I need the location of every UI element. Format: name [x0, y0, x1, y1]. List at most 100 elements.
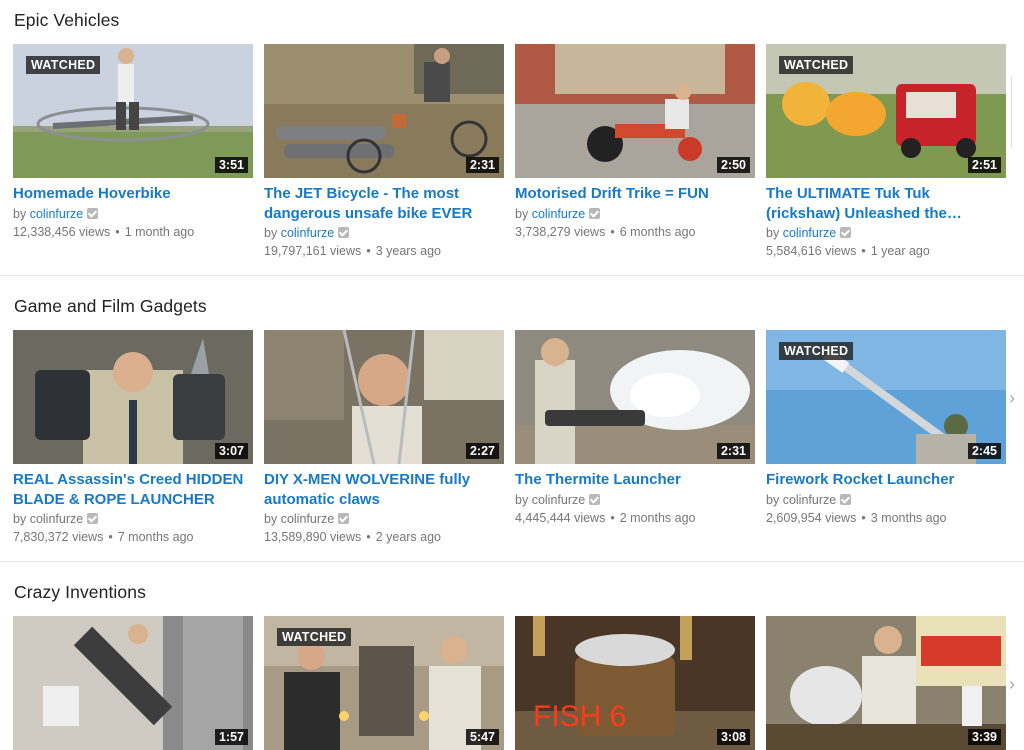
- upload-age: 7 months ago: [117, 530, 194, 544]
- duration-badge: 2:51: [967, 157, 1001, 173]
- verified-icon: [338, 227, 350, 238]
- video-thumbnail[interactable]: 1:57: [13, 616, 253, 750]
- shelf-game-film-gadgets: Game and Film Gadgets 3:07 REAL Assassin…: [0, 286, 1024, 562]
- channel-link[interactable]: colinfurze: [281, 512, 335, 526]
- verified-icon: [589, 207, 601, 219]
- shelf-title[interactable]: Epic Vehicles: [14, 10, 119, 31]
- by-prefix: by: [13, 206, 27, 221]
- video-thumbnail[interactable]: FISH 6 3:08: [515, 616, 755, 750]
- meta-dot: •: [115, 224, 120, 239]
- verified-icon: [87, 207, 99, 219]
- duration-badge: 5:47: [465, 729, 499, 745]
- duration-badge: 2:31: [716, 443, 750, 459]
- duration-badge: 1:57: [214, 729, 248, 745]
- video-title-link[interactable]: Firework Rocket Launcher: [766, 470, 1006, 490]
- shelf-divider: [0, 275, 1024, 276]
- by-prefix: by: [515, 206, 529, 221]
- video-thumbnail[interactable]: WATCHED 2:45: [766, 330, 1006, 464]
- video-title-link[interactable]: Homemade Hoverbike: [13, 184, 253, 204]
- next-arrow-icon[interactable]: ›: [1006, 388, 1018, 408]
- video-thumbnail[interactable]: WATCHED 3:51: [13, 44, 253, 178]
- next-page-edge: [1011, 76, 1024, 148]
- duration-badge: 2:45: [967, 443, 1001, 459]
- video-meta: 13,589,890 views • 2 years ago: [264, 528, 504, 546]
- video-meta: 7,830,372 views • 7 months ago: [13, 528, 253, 546]
- video-title-link[interactable]: Motorised Drift Trike = FUN: [515, 184, 755, 204]
- video-card: 3:39: [766, 616, 1006, 750]
- video-title-link[interactable]: The ULTIMATE Tuk Tuk (rickshaw) Unleashe…: [766, 184, 1006, 223]
- video-thumbnail[interactable]: WATCHED 5:47: [264, 616, 504, 750]
- video-meta: 4,445,444 views • 2 months ago: [515, 509, 755, 527]
- view-count: 13,589,890 views: [264, 530, 362, 544]
- byline: by colinfurze: [13, 511, 253, 528]
- duration-badge: 3:07: [214, 443, 248, 459]
- video-thumbnail[interactable]: 3:39: [766, 616, 1006, 750]
- duration-badge: 2:31: [465, 157, 499, 173]
- shelf-title[interactable]: Game and Film Gadgets: [14, 296, 207, 317]
- upload-age: 1 year ago: [870, 244, 930, 258]
- video-title-link[interactable]: The JET Bicycle - The most dangerous uns…: [264, 184, 504, 223]
- byline: by colinfurze: [264, 511, 504, 528]
- view-count: 7,830,372 views: [13, 530, 104, 544]
- view-count: 4,445,444 views: [515, 510, 606, 525]
- shelf-epic-vehicles: Epic Vehicles WATCHED 3:51 Homemade Hove…: [0, 0, 1024, 276]
- duration-badge: 3:39: [967, 729, 1001, 745]
- byline: by colinfurze: [515, 206, 755, 223]
- channel-link[interactable]: colinfurze: [281, 226, 335, 240]
- video-card: 2:31 The JET Bicycle - The most dangerou…: [264, 44, 504, 260]
- thumbnail-overlay-text: FISH 6: [533, 700, 627, 733]
- by-prefix: by: [515, 492, 529, 507]
- video-thumbnail[interactable]: 3:07: [13, 330, 253, 464]
- channel-link[interactable]: colinfurze: [783, 493, 837, 507]
- video-thumbnail[interactable]: WATCHED 2:51: [766, 44, 1006, 178]
- upload-age: 1 month ago: [124, 224, 195, 239]
- video-thumbnail[interactable]: 2:50: [515, 44, 755, 178]
- video-card: WATCHED 5:47: [264, 616, 504, 750]
- video-title-link[interactable]: DIY X-MEN WOLVERINE fully automatic claw…: [264, 470, 504, 509]
- video-meta: 3,738,279 views • 6 months ago: [515, 223, 755, 241]
- channel-link[interactable]: colinfurze: [532, 493, 586, 507]
- view-count: 3,738,279 views: [515, 224, 606, 239]
- video-card: WATCHED 2:45 Firework Rocket Launcher by…: [766, 330, 1006, 527]
- meta-dot: •: [861, 244, 866, 258]
- byline: by colinfurze: [13, 206, 253, 223]
- by-prefix: by: [264, 512, 278, 526]
- video-thumbnail[interactable]: 2:31: [515, 330, 755, 464]
- video-thumbnail[interactable]: 2:27: [264, 330, 504, 464]
- video-thumbnail[interactable]: 2:31: [264, 44, 504, 178]
- video-card: 1:57: [13, 616, 253, 750]
- view-count: 5,584,616 views: [766, 244, 857, 258]
- next-arrow-icon[interactable]: ›: [1006, 674, 1018, 694]
- video-card: 3:07 REAL Assassin's Creed HIDDEN BLADE …: [13, 330, 253, 546]
- view-count: 2,609,954 views: [766, 510, 857, 525]
- meta-dot: •: [610, 224, 615, 239]
- channel-link[interactable]: colinfurze: [532, 207, 586, 221]
- video-meta: 2,609,954 views • 3 months ago: [766, 509, 1006, 527]
- by-prefix: by: [13, 512, 27, 526]
- upload-age: 2 months ago: [619, 510, 696, 525]
- byline: by colinfurze: [515, 492, 755, 509]
- meta-dot: •: [861, 510, 866, 525]
- channel-link[interactable]: colinfurze: [30, 512, 84, 526]
- video-card: WATCHED 2:51 The ULTIMATE Tuk Tuk (ricks…: [766, 44, 1006, 260]
- shelf-title[interactable]: Crazy Inventions: [14, 582, 146, 603]
- byline: by colinfurze: [766, 225, 1006, 242]
- watched-badge: WATCHED: [779, 342, 854, 360]
- verified-icon: [840, 227, 852, 238]
- channel-link[interactable]: colinfurze: [783, 226, 837, 240]
- video-card: 2:31 The Thermite Launcher by colinfurze…: [515, 330, 755, 527]
- video-card: 2:50 Motorised Drift Trike = FUN by coli…: [515, 44, 755, 241]
- view-count: 12,338,456 views: [13, 224, 111, 239]
- video-meta: 19,797,161 views • 3 years ago: [264, 242, 504, 260]
- watched-badge: WATCHED: [277, 628, 352, 646]
- video-title-link[interactable]: REAL Assassin's Creed HIDDEN BLADE & ROP…: [13, 470, 253, 509]
- verified-icon: [338, 513, 350, 524]
- channel-link[interactable]: colinfurze: [30, 207, 84, 221]
- video-title-link[interactable]: The Thermite Launcher: [515, 470, 755, 490]
- duration-badge: 3:51: [214, 157, 248, 173]
- duration-badge: 2:50: [716, 157, 750, 173]
- meta-dot: •: [366, 244, 371, 258]
- verified-icon: [840, 493, 852, 505]
- upload-age: 2 years ago: [375, 530, 442, 544]
- video-meta: 5,584,616 views • 1 year ago: [766, 242, 1006, 260]
